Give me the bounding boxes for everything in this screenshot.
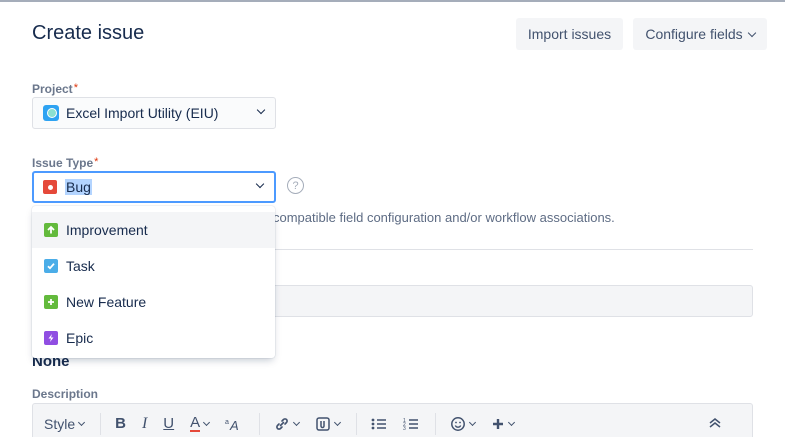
- numbered-list-icon: 123: [403, 418, 419, 431]
- chevron-down-icon: [203, 418, 211, 426]
- epic-icon: [44, 331, 58, 345]
- numbered-list-button[interactable]: 123: [403, 417, 419, 431]
- emoji-button[interactable]: [450, 416, 477, 432]
- project-label: Project*: [32, 82, 78, 96]
- bold-button[interactable]: B: [115, 415, 126, 432]
- project-avatar-icon: [43, 105, 59, 121]
- plus-icon: [493, 418, 504, 429]
- chevron-down-icon: [256, 105, 266, 115]
- bug-icon: [43, 180, 57, 194]
- help-icon[interactable]: ?: [287, 177, 304, 194]
- project-label-text: Project: [32, 82, 73, 96]
- link-button[interactable]: [274, 416, 301, 432]
- text-effects-icon: aA: [225, 418, 239, 431]
- emoji-icon: [451, 416, 466, 431]
- chevron-down-icon: [334, 418, 342, 426]
- improvement-icon: [44, 223, 58, 237]
- chevron-down-icon: [747, 28, 756, 37]
- configure-fields-button[interactable]: Configure fields: [633, 18, 767, 50]
- project-select-value: Excel Import Utility (EIU): [66, 105, 219, 121]
- chevron-down-icon: [293, 418, 301, 426]
- issue-type-select-value[interactable]: Bug: [65, 179, 92, 195]
- task-icon: [44, 259, 58, 273]
- chevron-down-icon: [78, 418, 86, 426]
- insert-more-button[interactable]: [491, 417, 516, 431]
- option-label: Task: [66, 258, 95, 274]
- text-effects-button[interactable]: aA: [225, 417, 243, 431]
- italic-button[interactable]: I: [142, 415, 147, 433]
- underline-button[interactable]: U: [163, 415, 174, 432]
- option-new-feature[interactable]: New Feature: [32, 284, 275, 320]
- toolbar-separator: [100, 412, 102, 435]
- import-issues-button[interactable]: Import issues: [516, 18, 623, 50]
- chevron-down-icon: [255, 179, 265, 189]
- option-epic[interactable]: Epic: [32, 320, 275, 356]
- chevron-down-icon: [469, 418, 477, 426]
- page-title: Create issue: [32, 22, 145, 44]
- issue-type-select[interactable]: Bug: [32, 171, 276, 203]
- new-feature-icon: [44, 295, 58, 309]
- project-select[interactable]: Excel Import Utility (EIU): [32, 97, 276, 129]
- svg-text:3: 3: [403, 426, 406, 431]
- svg-text:a: a: [225, 419, 229, 426]
- svg-text:A: A: [229, 418, 239, 431]
- attachment-icon: [316, 416, 330, 431]
- issue-type-label: Issue Type*: [32, 156, 98, 170]
- import-issues-label: Import issues: [527, 26, 612, 42]
- required-marker: *: [73, 82, 78, 94]
- double-chevron-up-icon: [709, 418, 721, 428]
- required-marker: *: [94, 156, 99, 168]
- toolbar-separator: [259, 412, 261, 435]
- text-color-icon: A: [190, 413, 201, 432]
- text-color-button[interactable]: A: [190, 413, 211, 432]
- issue-type-dropdown: Improvement Task New Feature Epic: [32, 206, 275, 358]
- option-improvement[interactable]: Improvement: [32, 212, 275, 248]
- issue-type-note: compatible field configuration and/or wo…: [273, 210, 615, 225]
- collapse-toolbar-button[interactable]: [708, 417, 722, 429]
- issue-type-label-text: Issue Type: [32, 156, 94, 170]
- attachment-button[interactable]: [315, 416, 342, 432]
- option-label: New Feature: [66, 294, 147, 310]
- style-dropdown[interactable]: Style: [44, 415, 86, 432]
- option-task[interactable]: Task: [32, 248, 275, 284]
- option-label: Epic: [66, 330, 94, 346]
- style-label: Style: [44, 415, 76, 432]
- toolbar-separator: [356, 412, 358, 435]
- chevron-down-icon: [508, 418, 516, 426]
- editor-toolbar: Style B I U A aA 123: [32, 403, 753, 437]
- link-icon: [276, 417, 289, 430]
- toolbar-separator: [435, 412, 437, 435]
- bullet-list-icon: [371, 418, 387, 429]
- bullet-list-button[interactable]: [371, 417, 387, 431]
- configure-fields-label: Configure fields: [645, 26, 743, 42]
- option-label: Improvement: [66, 222, 148, 238]
- description-label: Description: [32, 387, 99, 401]
- modal-top-border: [0, 0, 785, 2]
